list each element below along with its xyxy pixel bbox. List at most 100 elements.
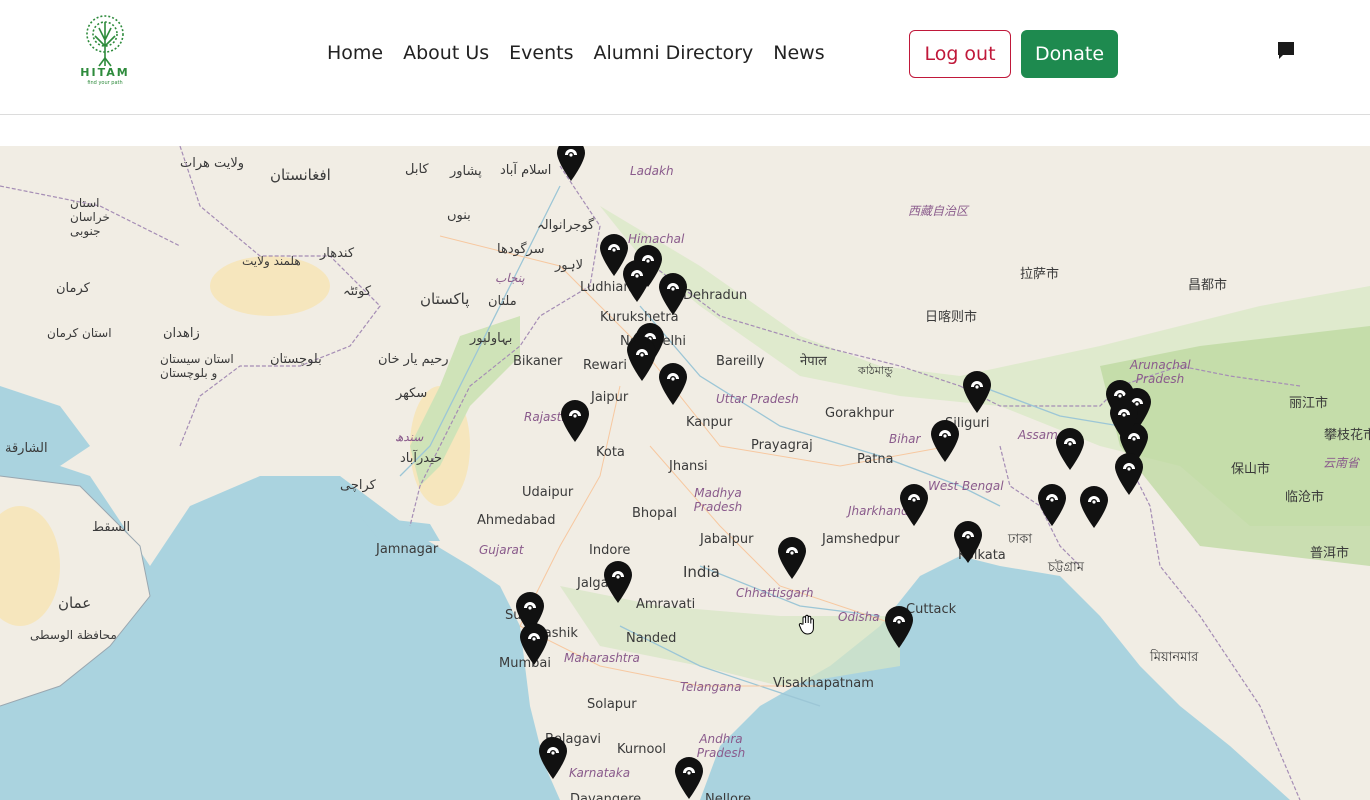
nav-events[interactable]: Events: [509, 42, 573, 64]
map-label: بلوچستان: [270, 352, 322, 367]
map-label: Jamnagar: [376, 542, 439, 557]
map-label: Bareilly: [716, 354, 765, 369]
alumni-location-pin-icon[interactable]: [556, 146, 586, 182]
brand-logo[interactable]: HITAM find your path: [60, 12, 150, 96]
map-label: Ladakh: [630, 164, 674, 178]
alumni-location-pin-icon[interactable]: [658, 272, 688, 316]
map-label: মিয়ানমার: [1150, 650, 1199, 665]
map-label: Prayagraj: [751, 438, 813, 453]
map-label: नेपाल: [800, 354, 827, 369]
alumni-map[interactable]: ولايت هرات افغانستان استان خراسان جنوبی …: [0, 146, 1370, 800]
alumni-location-pin-icon[interactable]: [519, 622, 549, 666]
map-label: Maharashtra: [564, 651, 640, 665]
map-label: السقط: [92, 520, 131, 535]
map-label: Udaipur: [522, 485, 574, 500]
map-label: Bikaner: [513, 354, 563, 369]
alumni-location-pin-icon[interactable]: [560, 399, 590, 443]
map-label: کابل: [405, 162, 429, 177]
map-label: Ahmedabad: [477, 513, 556, 528]
top-navbar: HITAM find your path Home About Us Event…: [0, 0, 1370, 115]
map-label: Kurnool: [617, 742, 666, 757]
alumni-location-pin-icon[interactable]: [777, 536, 807, 580]
map-label: Solapur: [587, 697, 637, 712]
map-label: استان سیستان و بلوچستان: [160, 352, 234, 380]
map-label: 普洱市: [1310, 546, 1350, 561]
map-label: Bhopal: [632, 506, 677, 521]
map-label: Odisha: [838, 610, 880, 624]
nav-about-us[interactable]: About Us: [403, 42, 489, 64]
map-label: بہاولپور: [470, 331, 513, 346]
map-label: Jaipur: [591, 390, 629, 405]
map-label: 昌都市: [1188, 278, 1228, 293]
alumni-location-pin-icon[interactable]: [1055, 427, 1085, 471]
chat-icon[interactable]: [1276, 40, 1296, 60]
map-label: Karnataka: [569, 766, 631, 780]
map-label: India: [683, 563, 720, 581]
alumni-location-pin-icon[interactable]: [1079, 485, 1109, 529]
alumni-location-pin-icon[interactable]: [930, 419, 960, 463]
map-label: Indore: [589, 543, 631, 558]
map-label: Bihar: [889, 432, 921, 446]
map-label: کرمان: [56, 281, 90, 296]
map-label: Amravati: [636, 597, 696, 612]
logout-button[interactable]: Log out: [909, 30, 1011, 78]
map-label: الشارقة: [5, 441, 48, 456]
alumni-location-pin-icon[interactable]: [953, 520, 983, 564]
alumni-location-pin-icon[interactable]: [1109, 398, 1139, 442]
alumni-location-pin-icon[interactable]: [1037, 483, 1067, 527]
map-label: Gorakhpur: [825, 406, 894, 421]
main-nav: Home About Us Events Alumni Directory Ne…: [327, 42, 845, 64]
map-label: پشاور: [450, 164, 482, 179]
map-label: 保山市: [1231, 462, 1271, 477]
map-label: 临沧市: [1285, 490, 1325, 505]
map-label: Chhattisgarh: [736, 586, 814, 600]
alumni-location-pin-icon[interactable]: [962, 370, 992, 414]
alumni-location-pin-icon[interactable]: [674, 756, 704, 800]
map-label: لاہور: [555, 258, 584, 273]
nav-home[interactable]: Home: [327, 42, 383, 64]
alumni-location-pin-icon[interactable]: [622, 259, 652, 303]
map-label: Jhansi: [669, 459, 708, 474]
alumni-location-pin-icon[interactable]: [538, 736, 568, 780]
donate-button[interactable]: Donate: [1021, 30, 1118, 78]
map-label: 日喀则市: [925, 310, 978, 325]
map-label: Kota: [596, 445, 625, 460]
map-label: استان کرمان: [47, 326, 112, 340]
map-label: Visakhapatnam: [773, 676, 874, 691]
map-label: سندھ: [395, 430, 424, 444]
brand-name: HITAM: [80, 66, 130, 79]
map-label: চট্টগ্রাম: [1048, 560, 1084, 575]
alumni-location-pin-icon[interactable]: [1114, 452, 1144, 496]
nav-news[interactable]: News: [773, 42, 824, 64]
map-label: Gujarat: [479, 543, 524, 557]
alumni-location-pin-icon[interactable]: [603, 560, 633, 604]
map-label: حیدرآباد: [400, 451, 443, 466]
map-label: زاهدان: [163, 326, 200, 341]
alumni-location-pin-icon[interactable]: [658, 362, 688, 406]
map-label: Kanpur: [686, 415, 733, 430]
map-label: West Bengal: [928, 479, 1004, 493]
map-label: پاکستان: [420, 290, 470, 308]
map-label: Jamshedpur: [822, 532, 900, 547]
map-label: Uttar Pradesh: [716, 392, 799, 406]
map-label: 云南省: [1323, 456, 1360, 470]
map-label: Davangere: [570, 792, 642, 800]
brand-tagline: find your path: [87, 80, 123, 86]
alumni-location-pin-icon[interactable]: [899, 483, 929, 527]
map-label: Dehradun: [683, 288, 748, 303]
nav-alumni-directory[interactable]: Alumni Directory: [593, 42, 753, 64]
alumni-location-pin-icon[interactable]: [627, 338, 657, 382]
map-label: رحیم یار خان: [378, 352, 449, 367]
map-label: 攀枝花市: [1324, 428, 1370, 443]
map-label: 拉萨市: [1020, 267, 1060, 282]
map-label: Arunachal Pradesh: [1130, 358, 1191, 386]
map-label: پنجاب: [495, 271, 525, 285]
map-label: اسلام آباد: [500, 163, 552, 178]
alumni-location-pin-icon[interactable]: [884, 605, 914, 649]
map-label: استان خراسان جنوبی: [70, 196, 110, 238]
map-label: افغانستان: [270, 166, 331, 184]
map-label: Rewari: [583, 358, 628, 373]
grab-cursor-icon: [798, 614, 814, 635]
map-label: هلمند ولايت: [242, 254, 301, 268]
map-label: کراچی: [340, 478, 376, 493]
